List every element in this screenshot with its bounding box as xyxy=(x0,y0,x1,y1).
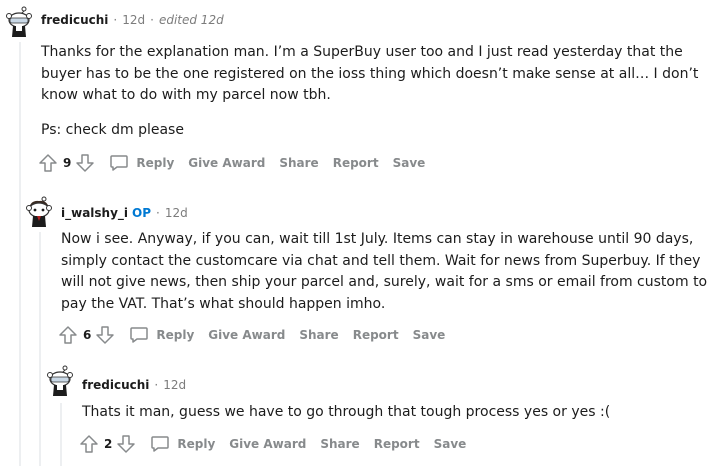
comment-actions: 2 Reply Give Award Share Report Save xyxy=(79,434,466,454)
reply-button[interactable]: Reply xyxy=(150,434,215,454)
avatar[interactable] xyxy=(5,6,33,38)
share-button[interactable]: Share xyxy=(320,437,359,451)
report-button[interactable]: Report xyxy=(374,437,420,451)
reply-button[interactable]: Reply xyxy=(109,153,174,173)
thread-line-3[interactable] xyxy=(60,403,62,466)
save-button[interactable]: Save xyxy=(413,328,446,342)
downvote-arrow-icon[interactable] xyxy=(75,153,95,173)
save-button[interactable]: Save xyxy=(393,156,426,170)
vote-score: 9 xyxy=(63,156,72,170)
comment-meta: fredicuchi · 12d xyxy=(82,378,186,392)
comment-actions: 9 Reply Give Award Share Report Save xyxy=(38,153,425,173)
chat-bubble-icon xyxy=(151,436,170,452)
snoo-avatar-icon xyxy=(26,196,52,227)
vote-score: 2 xyxy=(104,437,113,451)
downvote-arrow-icon[interactable] xyxy=(116,434,136,454)
upvote-arrow-icon[interactable] xyxy=(79,434,99,454)
upvote-arrow-icon[interactable] xyxy=(58,325,78,345)
op-badge: OP xyxy=(132,206,152,220)
comment-paragraph: Ps: check dm please xyxy=(41,121,184,138)
comment-paragraph: Thats it man, guess we have to go throug… xyxy=(82,404,611,420)
give-award-button[interactable]: Give Award xyxy=(188,156,265,170)
reply-button[interactable]: Reply xyxy=(129,325,194,345)
report-button[interactable]: Report xyxy=(333,156,379,170)
vote-score: 6 xyxy=(83,328,92,342)
comment-body: Thats it man, guess we have to go throug… xyxy=(82,402,712,424)
separator: · xyxy=(113,13,118,27)
share-button[interactable]: Share xyxy=(279,156,318,170)
separator: · xyxy=(150,13,154,27)
chat-bubble-icon xyxy=(130,327,149,343)
comment-meta: i_walshy_i OP · 12d xyxy=(61,206,188,220)
author-link[interactable]: i_walshy_i xyxy=(61,206,128,220)
share-button[interactable]: Share xyxy=(299,328,338,342)
chat-bubble-icon xyxy=(110,155,129,171)
thread-line-2[interactable] xyxy=(39,232,41,466)
comment-actions: 6 Reply Give Award Share Report Save xyxy=(58,325,445,345)
comment-paragraph: Thanks for the explanation man. I’m a Su… xyxy=(41,44,699,103)
comment-body: Thanks for the explanation man. I’m a Su… xyxy=(41,42,711,141)
snoo-avatar-icon xyxy=(6,6,32,37)
give-award-button[interactable]: Give Award xyxy=(229,437,306,451)
avatar[interactable] xyxy=(25,196,53,228)
separator: · xyxy=(154,378,159,392)
author-link[interactable]: fredicuchi xyxy=(82,378,149,392)
comment-meta: fredicuchi · 12d · edited 12d xyxy=(41,13,224,27)
reply-label: Reply xyxy=(177,437,216,451)
save-button[interactable]: Save xyxy=(434,437,467,451)
upvote-arrow-icon[interactable] xyxy=(38,153,58,173)
author-link[interactable]: fredicuchi xyxy=(41,13,108,27)
report-button[interactable]: Report xyxy=(353,328,399,342)
reply-label: Reply xyxy=(136,156,175,170)
separator: · xyxy=(156,206,160,220)
comment-body: Now i see. Anyway, if you can, wait till… xyxy=(61,229,711,315)
give-award-button[interactable]: Give Award xyxy=(208,328,285,342)
reply-label: Reply xyxy=(156,328,195,342)
edited-label: edited 12d xyxy=(158,13,224,27)
downvote-arrow-icon[interactable] xyxy=(95,325,115,345)
comment-paragraph: Now i see. Anyway, if you can, wait till… xyxy=(61,231,708,312)
timestamp[interactable]: 12d xyxy=(165,206,188,220)
snoo-avatar-icon xyxy=(47,365,73,396)
timestamp[interactable]: 12d xyxy=(163,378,186,392)
timestamp[interactable]: 12d xyxy=(122,13,145,27)
avatar[interactable] xyxy=(46,365,74,397)
thread-line-1[interactable] xyxy=(19,42,21,466)
